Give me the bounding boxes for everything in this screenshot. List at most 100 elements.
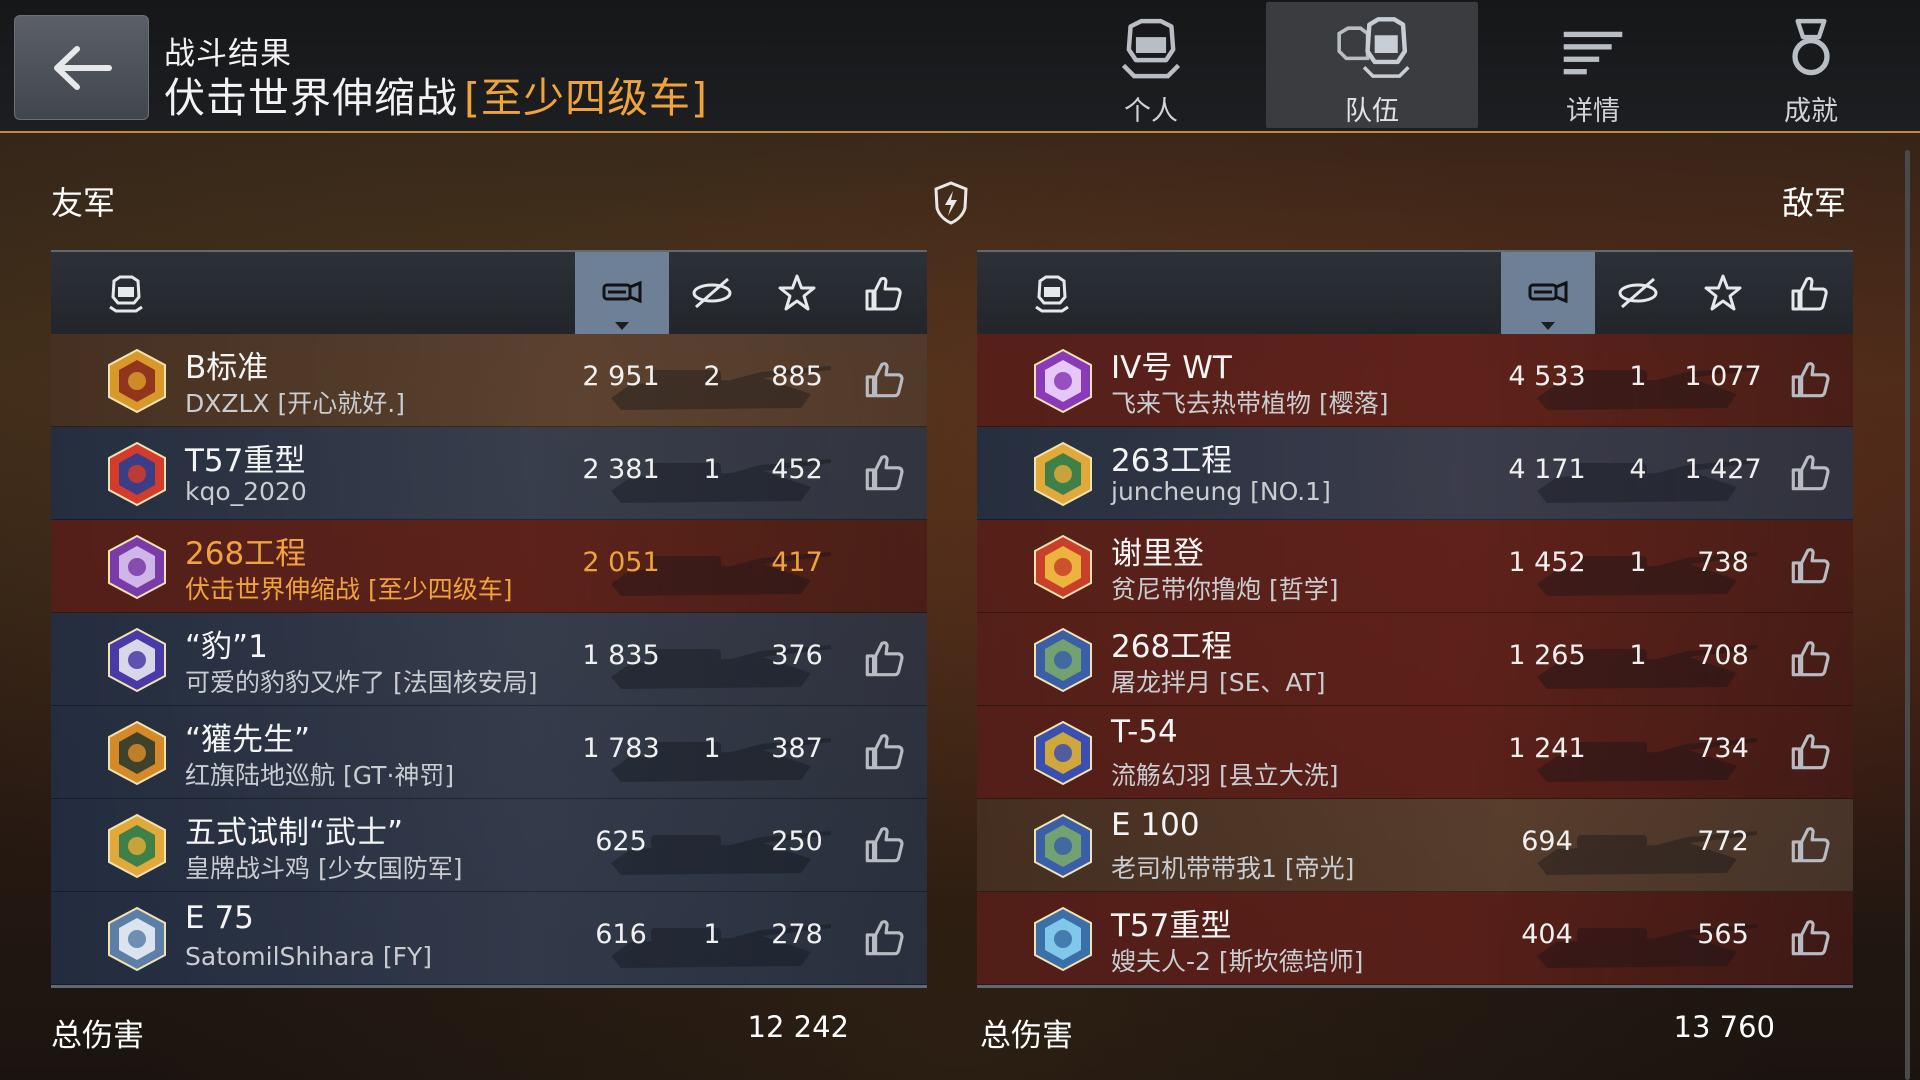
- tab-label: 队伍: [1345, 96, 1399, 127]
- kills-value: 1: [703, 919, 721, 950]
- player-name: 嫂夫人-2 [斯坎德培师]: [1111, 947, 1364, 976]
- player-row[interactable]: “獾先生” 红旗陆地巡航 [GT·神罚] 1 783 1 387: [51, 706, 927, 799]
- player-name: 伏击世界伸缩战: [164, 74, 458, 122]
- list-icon: [1563, 31, 1623, 75]
- sort-likes-button[interactable]: [841, 252, 925, 334]
- column-header: [977, 250, 1853, 334]
- page-title: 伏击世界伸缩战 [至少四级车]: [164, 64, 708, 124]
- player-name: SatomilShihara [FY]: [185, 942, 433, 971]
- destroyed-icon: [692, 277, 732, 309]
- sort-damage-button[interactable]: [1501, 252, 1595, 334]
- sort-likes-button[interactable]: [1767, 252, 1851, 334]
- damage-icon: [602, 280, 642, 304]
- player-row[interactable]: T-54 流觞幻羽 [县立大洗] 1 241 734: [977, 706, 1853, 799]
- like-button[interactable]: [1787, 635, 1833, 681]
- enemies-total-damage: 13 760: [1673, 1010, 1775, 1044]
- player-name: 皇牌战斗鸡 [少女国防军]: [185, 854, 463, 883]
- xp-value: 738: [1697, 547, 1749, 578]
- damage-value: 404: [1521, 919, 1573, 950]
- tank-name: 谢里登: [1111, 536, 1204, 572]
- damage-value: 2 951: [582, 361, 660, 392]
- player-name: 可爱的豹豹又炸了 [法国核安局]: [185, 668, 538, 697]
- sort-damage-button[interactable]: [575, 252, 669, 334]
- arrow-left-icon: [53, 45, 112, 90]
- player-name: kqo_2020: [185, 477, 307, 506]
- tab-achievements[interactable]: 成就: [1705, 2, 1917, 128]
- kills-value: 1: [1629, 640, 1647, 671]
- xp-value: 1 077: [1684, 361, 1762, 392]
- enemies-total-label: 总伤害: [980, 1018, 1073, 1054]
- damage-value: 2 381: [582, 454, 660, 485]
- like-button[interactable]: [1787, 728, 1833, 774]
- purple-emblem-icon: [108, 534, 166, 600]
- header-bar: 战斗结果 伏击世界伸缩战 [至少四级车] 个人 队伍 详情 成就: [0, 0, 1920, 133]
- like-button[interactable]: [1787, 356, 1833, 402]
- player-row[interactable]: B标准 DXZLX [开心就好.] 2 951 2 885: [51, 334, 927, 427]
- xp-value: 1 427: [1684, 454, 1762, 485]
- like-button[interactable]: [861, 728, 907, 774]
- damage-value: 694: [1521, 826, 1573, 857]
- scrollbar[interactable]: [1905, 150, 1910, 1080]
- player-row[interactable]: 268工程 屠龙拌月 [SE、AT] 1 265 1 708: [977, 613, 1853, 706]
- helmet-icon: [1035, 275, 1069, 313]
- portrait-emblem-icon: [1034, 813, 1092, 879]
- tab-label: 个人: [1124, 96, 1178, 127]
- like-button[interactable]: [861, 821, 907, 867]
- player-row[interactable]: E 100 老司机带带我1 [帝光] 694 772: [977, 799, 1853, 892]
- like-button[interactable]: [1787, 914, 1833, 960]
- sort-vehicle-button[interactable]: [91, 252, 161, 334]
- sort-kills-button[interactable]: [671, 252, 753, 334]
- sort-xp-button[interactable]: [1683, 252, 1763, 334]
- team-icon: [1337, 17, 1410, 78]
- xp-value: 885: [771, 361, 823, 392]
- tank-emblem-icon: [108, 720, 166, 786]
- sort-caret-icon: [1541, 322, 1555, 330]
- like-button[interactable]: [861, 914, 907, 960]
- damage-value: 616: [595, 919, 647, 950]
- sort-xp-button[interactable]: [757, 252, 837, 334]
- thumbs-up-icon: [865, 362, 904, 398]
- player-row[interactable]: 五式试制“武士” 皇牌战斗鸡 [少女国防军] 625 250: [51, 799, 927, 892]
- xp-value: 387: [771, 733, 823, 764]
- xp-value: 417: [771, 547, 823, 578]
- like-button[interactable]: [861, 356, 907, 402]
- tank-name: B标准: [185, 350, 269, 386]
- enemies-label: 敌军: [1782, 184, 1847, 222]
- player-row[interactable]: E 75 SatomilShihara [FY] 616 1 278: [51, 892, 927, 985]
- clan-tag: [至少四级车]: [464, 74, 708, 122]
- column-header: [51, 250, 927, 334]
- player-row[interactable]: 268工程 伏击世界伸缩战 [至少四级车] 2 051 417: [51, 520, 927, 613]
- player-row[interactable]: IV号 WT 飞来飞去热带植物 [樱落] 4 533 1 1 077: [977, 334, 1853, 427]
- allies-panel: B标准 DXZLX [开心就好.] 2 951 2 885 T57重型 kqo_…: [51, 250, 927, 988]
- back-button[interactable]: [14, 15, 149, 120]
- player-row[interactable]: T57重型 嫂夫人-2 [斯坎德培师] 404 565: [977, 892, 1853, 985]
- like-button[interactable]: [1787, 542, 1833, 588]
- gold-star-emblem-icon: [1034, 441, 1092, 507]
- damage-value: 4 171: [1508, 454, 1586, 485]
- damage-value: 1 783: [582, 733, 660, 764]
- kills-value: 4: [1629, 454, 1647, 485]
- tab-team[interactable]: 队伍: [1266, 2, 1478, 128]
- tab-details[interactable]: 详情: [1487, 2, 1699, 128]
- like-button[interactable]: [1787, 821, 1833, 867]
- tank-name: “豹”1: [185, 629, 268, 665]
- like-button[interactable]: [1787, 449, 1833, 495]
- player-row[interactable]: 谢里登 贫尼带你撸炮 [哲学] 1 452 1 738: [977, 520, 1853, 613]
- player-row[interactable]: 263工程 juncheung [NO.1] 4 171 4 1 427: [977, 427, 1853, 520]
- kills-value: 1: [703, 733, 721, 764]
- player-name: 飞来飞去热带植物 [樱落]: [1111, 389, 1389, 418]
- thumbs-up-icon: [1791, 734, 1830, 770]
- player-row[interactable]: “豹”1 可爱的豹豹又炸了 [法国核安局] 1 835 376: [51, 613, 927, 706]
- allies-list: B标准 DXZLX [开心就好.] 2 951 2 885 T57重型 kqo_…: [51, 334, 927, 985]
- like-button[interactable]: [861, 449, 907, 495]
- like-button[interactable]: [861, 635, 907, 681]
- enemies-panel: IV号 WT 飞来飞去热带植物 [樱落] 4 533 1 1 077 263工程…: [977, 250, 1853, 988]
- sort-kills-button[interactable]: [1597, 252, 1679, 334]
- xp-value: 734: [1697, 733, 1749, 764]
- xp-value: 565: [1697, 919, 1749, 950]
- tank-name: 268工程: [1111, 629, 1233, 665]
- sort-vehicle-button[interactable]: [1017, 252, 1087, 334]
- tab-personal[interactable]: 个人: [1045, 2, 1257, 128]
- thumbs-up-icon: [1791, 362, 1830, 398]
- player-row[interactable]: T57重型 kqo_2020 2 381 1 452: [51, 427, 927, 520]
